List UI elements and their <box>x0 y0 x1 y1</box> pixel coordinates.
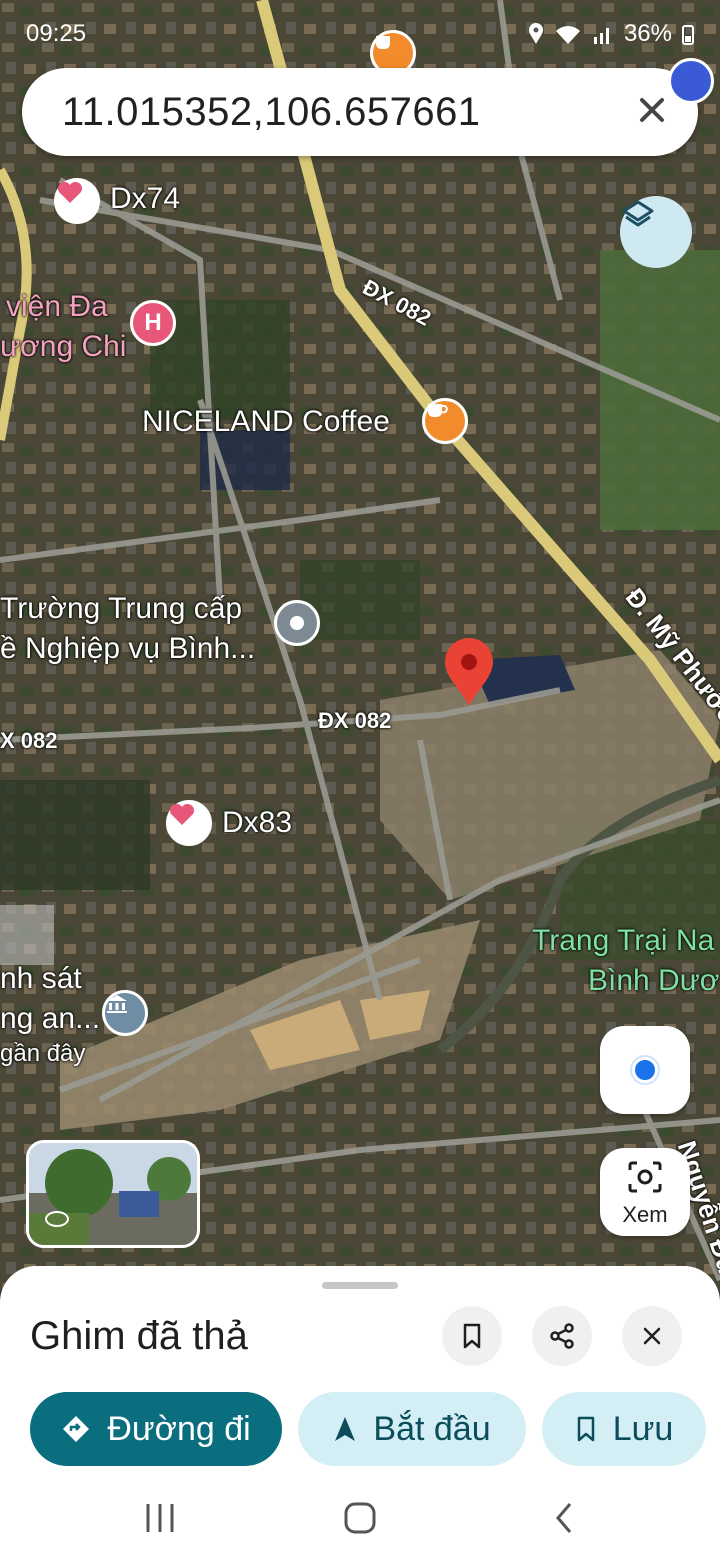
navigation-arrow-icon <box>335 1417 356 1441</box>
bookmark-icon <box>463 1323 481 1349</box>
heart-icon <box>166 800 212 846</box>
place-label-line3: gần đây <box>0 1040 86 1067</box>
street-view-360-icon <box>45 1211 69 1227</box>
lens-view-button[interactable]: Xem <box>600 1148 690 1236</box>
system-navigation-bar <box>0 1476 720 1560</box>
wifi-icon <box>555 26 580 44</box>
layers-icon <box>622 200 654 227</box>
heart-icon <box>54 178 100 224</box>
start-navigation-button[interactable]: Bắt đầu <box>298 1392 526 1466</box>
place-label-line1: viện Đa <box>6 290 108 323</box>
layers-button[interactable] <box>620 196 692 268</box>
account-avatar-partial[interactable] <box>668 58 714 104</box>
location-icon <box>528 23 543 44</box>
road-label-dx082-center: ĐX 082 <box>318 708 392 733</box>
directions-label: Đường đi <box>107 1409 251 1448</box>
save-label: Lưu <box>612 1409 674 1448</box>
place-label-line2: ề Nghiệp vụ Bình... <box>0 632 256 665</box>
share-icon <box>550 1323 574 1349</box>
search-query[interactable]: 11.015352,106.657661 <box>62 90 481 135</box>
back-icon[interactable] <box>552 1500 576 1536</box>
satellite-map[interactable]: ĐX 082 ĐX 082 X 082 Đ. Mỹ Phước Nguyễn Đ… <box>0 0 720 1290</box>
recent-apps-icon[interactable] <box>140 1500 180 1536</box>
place-label-line2: ng an... <box>0 1002 101 1035</box>
place-label: Dx83 <box>222 806 293 839</box>
place-icon <box>274 600 320 646</box>
map-pin-icon <box>445 638 493 706</box>
status-bar: 09:25 36% <box>0 0 720 66</box>
place-label: NICELAND Coffee <box>142 405 390 438</box>
bookmark-button[interactable] <box>442 1306 502 1366</box>
dropped-pin-marker[interactable] <box>443 638 495 708</box>
start-label: Bắt đầu <box>373 1409 491 1448</box>
hospital-icon: H <box>130 300 176 346</box>
place-label-line1: Trang Trại Na <box>532 924 715 957</box>
sheet-title: Ghim đã thả <box>30 1314 248 1358</box>
place-label-line1: nh sát <box>0 962 82 995</box>
signal-icon <box>593 28 609 44</box>
home-icon[interactable] <box>342 1500 378 1536</box>
close-sheet-button[interactable] <box>622 1306 682 1366</box>
road-label-dx082-west: X 082 <box>0 728 58 753</box>
status-icons: 36% <box>528 20 694 48</box>
place-label: Dx74 <box>110 182 181 215</box>
battery-icon <box>682 25 694 45</box>
clear-search-icon[interactable] <box>632 90 672 130</box>
street-view-image <box>29 1143 197 1245</box>
save-button[interactable]: Lưu <box>542 1392 706 1466</box>
directions-icon <box>63 1416 90 1442</box>
close-icon <box>643 1327 661 1345</box>
government-icon <box>102 990 148 1036</box>
location-dot-icon <box>632 1057 658 1083</box>
street-view-thumbnail[interactable] <box>26 1140 200 1248</box>
place-label-line1: Trường Trung cấp <box>0 592 243 625</box>
search-bar[interactable]: 11.015352,106.657661 <box>22 68 698 156</box>
directions-button[interactable]: Đường đi <box>30 1392 282 1466</box>
my-location-button[interactable] <box>600 1026 690 1114</box>
place-label-line2: ương Chi <box>0 330 127 363</box>
place-label-line2: Bình Dươ <box>588 964 720 997</box>
camera-lens-icon <box>628 1161 662 1193</box>
coffee-icon <box>422 398 468 444</box>
sheet-drag-handle[interactable] <box>322 1282 398 1289</box>
status-time: 09:25 <box>26 20 87 47</box>
bookmark-icon <box>577 1416 594 1442</box>
battery-percent: 36% <box>623 20 672 47</box>
share-button[interactable] <box>532 1306 592 1366</box>
lens-view-label: Xem <box>622 1202 668 1227</box>
